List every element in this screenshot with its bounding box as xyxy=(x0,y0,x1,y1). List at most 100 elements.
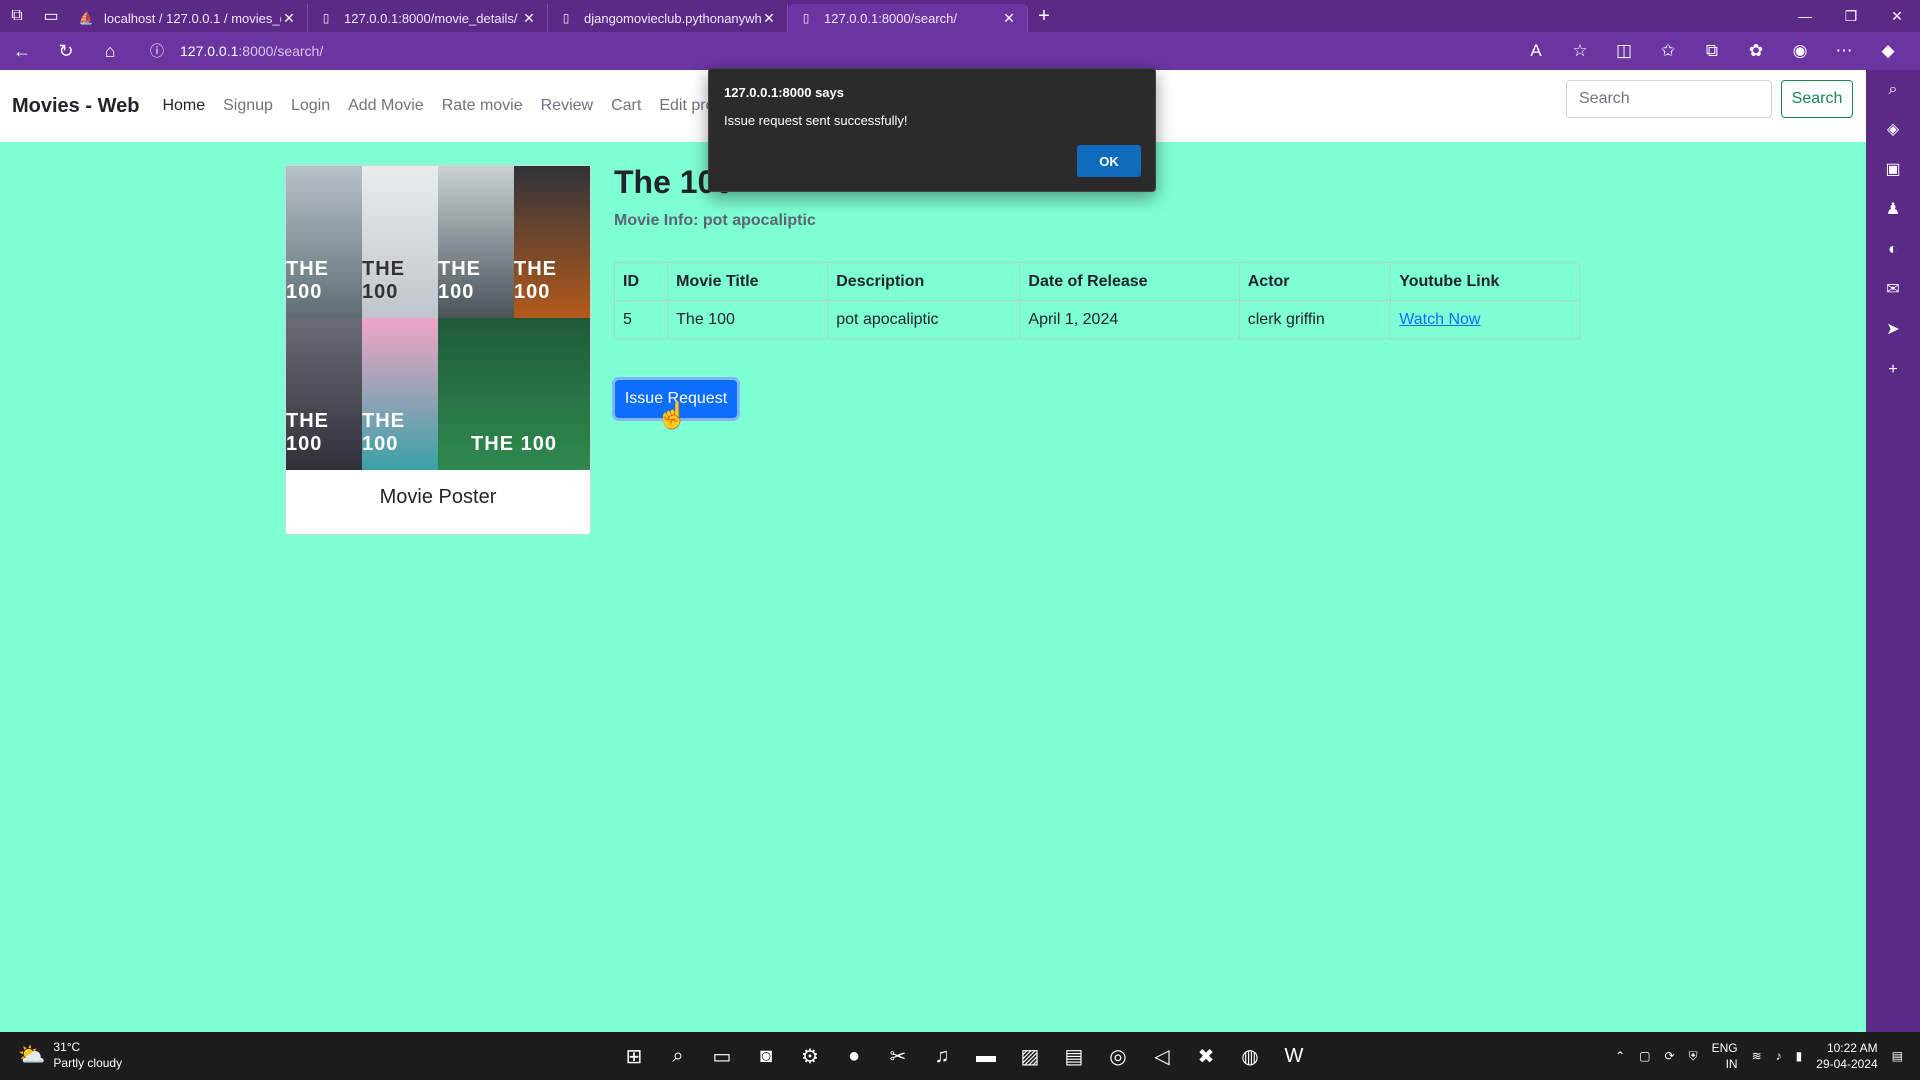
music-icon[interactable]: ♫ xyxy=(920,1036,964,1076)
notifications-icon[interactable]: ▤ xyxy=(1892,1049,1903,1063)
site-brand[interactable]: Movies - Web xyxy=(12,95,139,118)
snipping-tool-icon[interactable]: ✂ xyxy=(876,1036,920,1076)
tab-title: 127.0.0.1:8000/search/ xyxy=(824,10,957,26)
vscode-icon[interactable]: ◁ xyxy=(1140,1036,1184,1076)
tray-app-icon[interactable]: ▢ xyxy=(1639,1049,1650,1063)
home-icon[interactable]: ⌂ xyxy=(88,32,132,70)
close-window-icon[interactable]: ✕ xyxy=(1874,0,1920,32)
nav-link-cart[interactable]: Cart xyxy=(611,97,641,115)
add-sidebar-app-icon[interactable]: + xyxy=(1866,350,1920,390)
split-screen-icon[interactable]: ◫ xyxy=(1602,41,1646,61)
chrome-icon[interactable]: ◎ xyxy=(1096,1036,1140,1076)
extensions-icon[interactable]: ✿ xyxy=(1734,41,1778,61)
dialog-title: 127.0.0.1:8000 says xyxy=(724,85,844,100)
collections-icon[interactable]: ⧉ xyxy=(1690,41,1734,61)
address-bar-actions: A ☆ ◫ ✩ ⧉ ✿ ◉ ⋯ ◆ xyxy=(1514,32,1910,70)
watch-now-link[interactable]: Watch Now xyxy=(1399,311,1480,328)
nav-link-login[interactable]: Login xyxy=(291,97,330,115)
battery-icon[interactable]: ▮ xyxy=(1796,1049,1803,1063)
settings-icon[interactable]: ⚙ xyxy=(788,1036,832,1076)
new-tab-icon[interactable]: + xyxy=(1028,0,1060,32)
clock[interactable]: 10:22 AM 29-04-2024 xyxy=(1816,1040,1877,1072)
dialog-ok-button[interactable]: OK xyxy=(1077,145,1141,177)
start-icon[interactable]: ⊞ xyxy=(612,1036,656,1076)
poster-panel: THE 100 xyxy=(362,318,438,470)
cell-description: pot apocaliptic xyxy=(827,300,1021,339)
favorite-star-icon[interactable]: ☆ xyxy=(1558,41,1602,61)
close-tab-icon[interactable]: ✕ xyxy=(281,10,297,27)
tab-actions-icon[interactable]: ▭ xyxy=(34,0,68,32)
url-field[interactable]: ⓘ 127.0.0.1:8000/search/ xyxy=(138,36,1458,66)
search-icon[interactable]: ⌕ xyxy=(656,1036,700,1076)
close-tab-icon[interactable]: ✕ xyxy=(521,10,537,27)
nav-link-review[interactable]: Review xyxy=(541,97,593,115)
refresh-icon[interactable]: ↻ xyxy=(44,32,88,70)
xampp-icon[interactable]: ✖ xyxy=(1184,1036,1228,1076)
table-header-row: ID Movie Title Description Date of Relea… xyxy=(613,262,1580,301)
nav-link-add-movie[interactable]: Add Movie xyxy=(348,97,424,115)
browser-tab[interactable]: ⛵ localhost / 127.0.0.1 / movies_db ✕ xyxy=(68,4,308,32)
security-icon[interactable]: ⛨ xyxy=(1689,1049,1698,1064)
alert-dialog: 127.0.0.1:8000 says Issue request sent s… xyxy=(708,68,1156,192)
tab-title: 127.0.0.1:8000/movie_details/ xyxy=(344,10,518,26)
recorder-icon[interactable]: ● xyxy=(832,1036,876,1076)
wifi-icon[interactable]: ≋ xyxy=(1752,1049,1762,1063)
column-header-date: Date of Release xyxy=(1019,262,1240,301)
camera-icon[interactable]: ◙ xyxy=(744,1036,788,1076)
region-code: IN xyxy=(1725,1057,1738,1071)
show-hidden-icons-icon[interactable]: ⌃ xyxy=(1615,1049,1625,1063)
clock-date: 29-04-2024 xyxy=(1816,1057,1878,1071)
windows-taskbar: ⛅ 31°C Partly cloudy ⊞ ⌕ ▭ ◙ ⚙ ● ✂ ♫ ▬ ▨… xyxy=(0,1032,1920,1080)
restore-icon[interactable]: ❐ xyxy=(1828,0,1874,32)
workspaces-icon[interactable]: ⧉ xyxy=(0,0,34,32)
copilot-apps-icon[interactable]: ◐ xyxy=(1866,230,1920,270)
tools-icon[interactable]: ▣ xyxy=(1866,150,1920,190)
more-options-icon[interactable]: ⋯ xyxy=(1822,41,1866,61)
back-icon[interactable]: ← xyxy=(0,32,44,70)
outlook-icon[interactable]: ✉ xyxy=(1866,270,1920,310)
tab-title: djangomovieclub.pythonanywhe xyxy=(584,10,761,26)
search-button[interactable]: Search xyxy=(1781,80,1853,118)
sync-icon[interactable]: ⟳ xyxy=(1665,1049,1675,1063)
browser-tab-bar: ⧉ ▭ ⛵ localhost / 127.0.0.1 / movies_db … xyxy=(0,0,1920,32)
poster-panel: THE 100 xyxy=(438,318,590,470)
nav-link-rate-movie[interactable]: Rate movie xyxy=(442,97,523,115)
system-tray: ⌃ ▢ ⟳ ⛨ ENG IN ≋ ♪ ▮ 10:22 AM 29-04-2024… xyxy=(1608,1032,1910,1080)
send-icon[interactable]: ➤ xyxy=(1866,310,1920,350)
task-view-icon[interactable]: ▭ xyxy=(700,1036,744,1076)
search-input[interactable]: Search xyxy=(1566,80,1772,118)
search-icon[interactable]: ⌕ xyxy=(1866,70,1920,110)
file-explorer-icon[interactable]: ▤ xyxy=(1052,1036,1096,1076)
browser-tab[interactable]: ▯ 127.0.0.1:8000/movie_details/ ✕ xyxy=(308,4,548,32)
shopping-icon[interactable]: ◈ xyxy=(1866,110,1920,150)
terminal-icon[interactable]: ▬ xyxy=(964,1036,1008,1076)
close-tab-icon[interactable]: ✕ xyxy=(1001,10,1017,27)
minimize-icon[interactable]: — xyxy=(1782,0,1828,32)
window-controls: — ❐ ✕ xyxy=(1782,0,1920,32)
profile-icon[interactable]: ◉ xyxy=(1778,41,1822,61)
nav-link-signup[interactable]: Signup xyxy=(223,97,273,115)
page-icon: ▯ xyxy=(322,11,330,25)
browser-tab-active[interactable]: ▯ 127.0.0.1:8000/search/ ✕ xyxy=(788,4,1028,32)
copilot-icon[interactable]: ◆ xyxy=(1866,41,1910,61)
language-indicator[interactable]: ENG IN xyxy=(1712,1040,1738,1072)
photos-icon[interactable]: ▨ xyxy=(1008,1036,1052,1076)
column-header-youtube: Youtube Link xyxy=(1390,262,1580,301)
read-aloud-icon[interactable]: A xyxy=(1514,41,1558,61)
favorites-icon[interactable]: ✩ xyxy=(1646,41,1690,61)
browser-tab[interactable]: ▯ djangomovieclub.pythonanywhe ✕ xyxy=(548,4,788,32)
site-info-icon[interactable]: ⓘ xyxy=(150,41,170,61)
weather-widget[interactable]: ⛅ 31°C Partly cloudy xyxy=(18,1039,122,1071)
edge-sidebar: ⌕ ◈ ▣ ♟ ◐ ✉ ➤ + xyxy=(1866,70,1920,1032)
hand-cursor-icon: ☝ xyxy=(656,400,689,430)
movie-info: Movie Info: pot apocaliptic xyxy=(614,212,816,229)
tab-title: localhost / 127.0.0.1 / movies_db xyxy=(104,10,281,26)
nav-link-home[interactable]: Home xyxy=(162,97,205,115)
poster-panel: THE 100 xyxy=(286,318,362,470)
word-icon[interactable]: W xyxy=(1272,1036,1316,1076)
poster-panel: THE 100 xyxy=(362,166,438,318)
edge-icon[interactable]: ◍ xyxy=(1228,1036,1272,1076)
volume-icon[interactable]: ♪ xyxy=(1776,1049,1782,1063)
games-icon[interactable]: ♟ xyxy=(1866,190,1920,230)
close-tab-icon[interactable]: ✕ xyxy=(761,10,777,27)
